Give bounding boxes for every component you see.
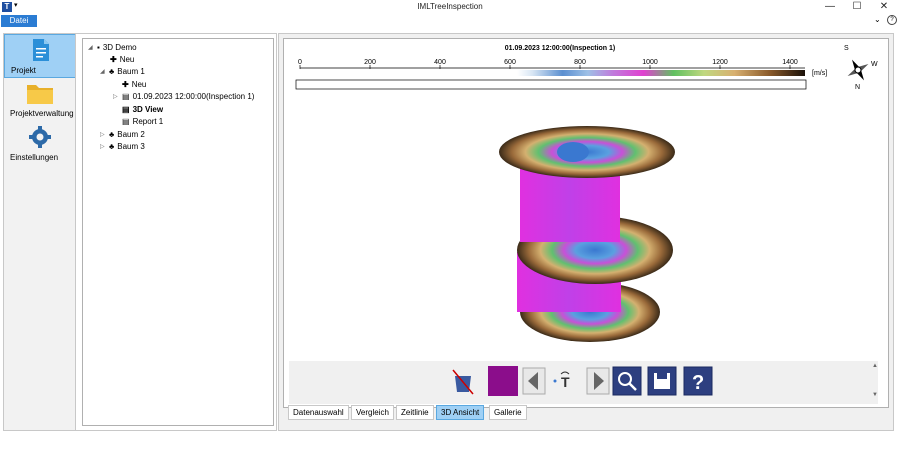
- tree-label: Baum 3: [117, 142, 145, 151]
- nav-projekt[interactable]: Projekt: [4, 34, 76, 78]
- tree-label: Report 1: [132, 117, 164, 126]
- maximize-button[interactable]: ☐: [843, 0, 871, 14]
- collapse-arrow-icon[interactable]: ◢: [88, 44, 94, 51]
- tree-node-inspection[interactable]: ▷ ▤ 01.09.2023 12:00:00(Inspection 1): [113, 92, 254, 101]
- colorbar-tick-label: 1200: [712, 59, 728, 66]
- expand-arrow-icon[interactable]: ▷: [100, 143, 106, 150]
- colorbar-unit: [m/s]: [812, 70, 828, 77]
- next-button[interactable]: [586, 366, 614, 396]
- plus-icon: ✚: [110, 55, 117, 64]
- tree-node-report[interactable]: ▤ Report 1: [122, 117, 163, 126]
- tab-vergleich[interactable]: Vergleich: [351, 405, 394, 420]
- help-button-icon[interactable]: ?: [683, 366, 713, 396]
- gear-icon: [29, 126, 51, 148]
- inspection-icon: ▤: [122, 92, 130, 101]
- window-title: IMLTreeInspection: [417, 2, 483, 11]
- velocity-colorbar: 0 200 400 600 800 1000 1200 1400: [295, 59, 807, 90]
- folder-icon: [27, 85, 53, 104]
- help-icon[interactable]: ?: [887, 15, 897, 25]
- save-icon[interactable]: [647, 366, 677, 396]
- collapse-arrow-icon[interactable]: ◢: [100, 68, 106, 75]
- colorbar-tick-label: 600: [504, 59, 516, 66]
- colorbar-ticks: 0 200 400 600 800 1000 1200 1400: [298, 59, 798, 69]
- chevron-down-icon[interactable]: ⌄: [874, 15, 881, 24]
- tree-node-baum2[interactable]: ▷ ♣ Baum 2: [100, 130, 145, 139]
- view-icon: ▤: [122, 105, 130, 114]
- svg-text:?: ?: [692, 372, 704, 394]
- nav-label: Einstellungen: [10, 153, 59, 162]
- colorbar-tick-label: 0: [298, 59, 302, 66]
- tree-node-baum3[interactable]: ▷ ♣ Baum 3: [100, 142, 145, 151]
- previous-button[interactable]: [522, 366, 550, 396]
- tree-label: Neu: [119, 55, 135, 64]
- svg-text:T: T: [561, 374, 570, 390]
- colorbar-tick-label: 200: [364, 59, 376, 66]
- tree-node-baum1[interactable]: ◢ ♣ Baum 1: [100, 67, 145, 76]
- project-icon: ▪: [97, 43, 100, 52]
- compass-s: S: [844, 45, 849, 52]
- colorbar-tick-label: 1400: [782, 59, 798, 66]
- left-navigation: Projekt Projektverwaltung Einstellungen: [3, 33, 77, 431]
- tree-icon: ♣: [109, 67, 115, 76]
- tree-node-neu[interactable]: ✚ Neu: [110, 55, 134, 64]
- minimize-button[interactable]: —: [816, 0, 844, 14]
- tree-node-neu-baum1[interactable]: ✚ Neu: [122, 80, 146, 89]
- tab-gallerie[interactable]: Gallerie: [489, 405, 527, 420]
- color-swatch-button[interactable]: [488, 366, 518, 396]
- timeline-marker-icon: T: [553, 371, 570, 390]
- menu-bar: [0, 14, 900, 28]
- tree-label: Baum 1: [117, 67, 145, 76]
- nav-einstellungen[interactable]: Einstellungen: [4, 122, 76, 164]
- tree-label: 3D Demo: [102, 43, 137, 52]
- tree-label: 3D View: [132, 105, 164, 114]
- document-icon: [33, 39, 49, 61]
- colorbar-tick-label: 800: [574, 59, 586, 66]
- tree-node-3d-view[interactable]: ▤ 3D View: [122, 105, 163, 114]
- nav-projektverwaltung[interactable]: Projektverwaltung: [4, 78, 76, 120]
- colorbar-tick-label: 400: [434, 59, 446, 66]
- scroll-up-icon[interactable]: ▲: [872, 363, 878, 369]
- report-icon: ▤: [122, 117, 130, 126]
- colorbar-title: 01.09.2023 12:00:00(Inspection 1): [504, 45, 616, 52]
- project-tree: ◢ ▪ 3D Demo ✚ Neu ◢ ♣ Baum 1 ✚ Neu ▷ ▤ 0…: [82, 38, 274, 426]
- compass-n: N: [855, 84, 861, 91]
- colorbar-tick-label: 1000: [642, 59, 658, 66]
- tab-3d-ansicht[interactable]: 3D Ansicht: [436, 405, 485, 420]
- view-toolbar: [289, 361, 878, 404]
- tree-label: Baum 2: [117, 130, 145, 139]
- scroll-down-icon[interactable]: ▼: [872, 392, 878, 398]
- tree-icon: ♣: [109, 142, 115, 151]
- tab-zeitlinie[interactable]: Zeitlinie: [396, 405, 434, 420]
- compass-w: W: [871, 61, 878, 68]
- close-button[interactable]: ✕: [870, 0, 898, 14]
- menu-datei[interactable]: Datei: [1, 15, 37, 27]
- zoom-icon[interactable]: [612, 366, 642, 396]
- 3d-tree-tomogram: [499, 126, 675, 342]
- tree-label: Neu: [131, 80, 147, 89]
- expand-arrow-icon[interactable]: ▷: [113, 93, 119, 100]
- tab-datenauswahl[interactable]: Datenauswahl: [288, 405, 349, 420]
- nav-label: Projekt: [11, 66, 36, 75]
- tree-icon: ♣: [109, 130, 115, 139]
- nav-label: Projektverwaltung: [10, 109, 74, 118]
- plus-icon: ✚: [122, 80, 129, 89]
- expand-arrow-icon[interactable]: ▷: [100, 131, 106, 138]
- tree-label: 01.09.2023 12:00:00(Inspection 1): [132, 92, 255, 101]
- tree-section-icon[interactable]: [449, 366, 477, 396]
- tree-node-root[interactable]: ◢ ▪ 3D Demo: [88, 43, 137, 52]
